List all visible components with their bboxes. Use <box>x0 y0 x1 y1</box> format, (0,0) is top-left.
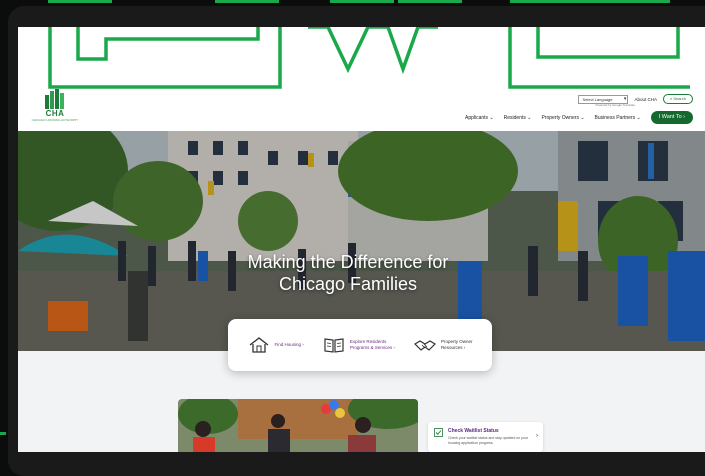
waitlist-status-card[interactable]: Check Waitlist Status Check your waitlis… <box>428 422 543 452</box>
quick-link-resident-programs[interactable]: Explore Residents Programs & Services › <box>323 336 395 354</box>
decorative-outline-letters <box>48 27 690 89</box>
waitlist-description: Check your waitlist status and stay upda… <box>448 436 528 445</box>
top-accent-bar <box>215 0 279 3</box>
top-accent-bar <box>48 0 112 3</box>
hero-headline: Making the Difference for Chicago Famili… <box>198 251 498 295</box>
quick-link-label-line1: Property Owner <box>440 339 473 344</box>
top-accent-bar <box>398 0 462 3</box>
book-icon <box>324 338 344 353</box>
house-icon <box>249 337 268 353</box>
nav-applicants[interactable]: Applicants ⌄ <box>465 115 494 121</box>
hero-headline-line2: Chicago Families <box>278 274 418 294</box>
logo-abbr: CHA <box>45 109 65 118</box>
logo-name: CHICAGO HOUSING AUTHORITY <box>31 118 79 122</box>
top-accent-bar <box>510 0 670 3</box>
hero-banner: Making the Difference for Chicago Famili… <box>18 131 705 351</box>
quick-link-label: Find Housing › <box>274 342 304 347</box>
quick-links-card: Find Housing › Explore Residents Programs… <box>228 319 492 371</box>
quick-link-label-line2: Resources › <box>440 345 466 350</box>
nav-residents[interactable]: Residents ⌄ <box>504 115 532 121</box>
hero-photo <box>18 131 705 351</box>
i-want-to-button[interactable]: I Want To › <box>650 111 693 124</box>
hero-headline-line1: Making the Difference for <box>247 252 449 272</box>
chevron-right-icon: › <box>536 433 538 439</box>
handshake-icon <box>413 340 436 351</box>
website-screen: CHA CHICAGO HOUSING AUTHORITY Select Lan… <box>18 27 705 452</box>
main-nav: Applicants ⌄ Residents ⌄ Property Owners… <box>465 111 693 124</box>
quick-link-label-line1: Explore Residents <box>349 339 387 344</box>
cha-logo[interactable]: CHA CHICAGO HOUSING AUTHORITY <box>28 89 82 131</box>
quick-link-label: Explore Residents Programs & Services › <box>350 339 395 351</box>
nav-business-partners[interactable]: Business Partners ⌄ <box>595 115 641 121</box>
nav-property-owners[interactable]: Property Owners ⌄ <box>541 115 584 121</box>
search-label: Search <box>673 96 686 101</box>
about-link[interactable]: About CHA <box>634 97 657 102</box>
quick-link-label-line2: Programs & Services › <box>349 345 395 350</box>
community-photo <box>178 399 418 452</box>
search-button[interactable]: ⌕ Search <box>662 94 693 104</box>
building-logo-icon <box>45 89 64 109</box>
quick-link-owner-resources[interactable]: Property Owner Resources › <box>413 336 473 354</box>
top-accent-bar <box>330 0 394 3</box>
green-accent <box>0 432 6 435</box>
checklist-icon <box>434 428 443 437</box>
quick-link-label: Property Owner Resources › <box>441 339 473 351</box>
translate-credit: Powered by Google Translate <box>595 103 635 107</box>
quick-link-find-housing[interactable]: Find Housing › <box>248 336 304 354</box>
waitlist-title: Check Waitlist Status <box>448 428 499 434</box>
